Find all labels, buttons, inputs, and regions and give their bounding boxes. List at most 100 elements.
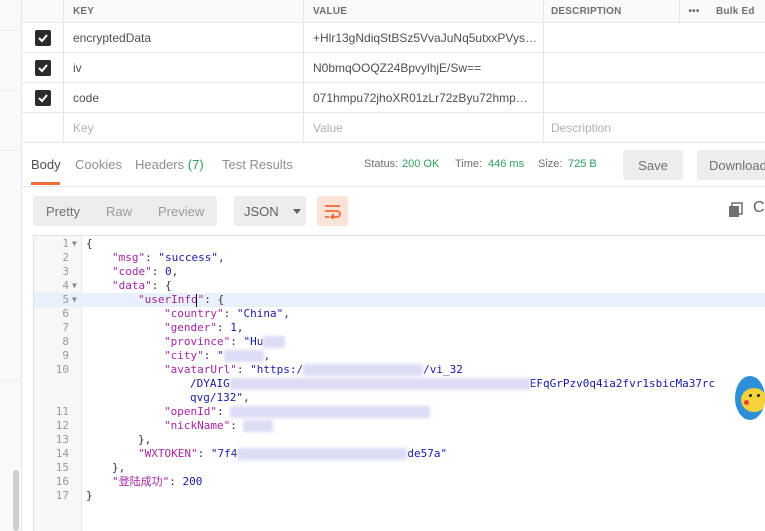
param-key[interactable]: code <box>64 83 304 112</box>
param-key[interactable]: iv <box>64 53 304 82</box>
code-token: "country" <box>164 307 224 320</box>
redacted-block <box>263 336 286 348</box>
code-text: "country": "China", <box>164 307 290 321</box>
code-line: /DYAIG EFqGrPzv0q4ia2fvr1sbicMa37rc <box>34 377 765 391</box>
code-token: , <box>171 265 179 278</box>
param-description[interactable] <box>544 53 765 82</box>
code-token: : <box>151 265 165 278</box>
redacted-block <box>243 420 274 432</box>
code-token: : { <box>151 279 172 292</box>
new-key-input[interactable]: Key <box>64 113 304 142</box>
code-line: 15}, <box>34 461 765 475</box>
code-token: 1 <box>230 321 237 334</box>
code-text: "data": { <box>112 279 172 293</box>
more-options-icon[interactable]: ••• <box>680 0 708 22</box>
search-icon[interactable]: C <box>753 199 765 217</box>
tab-body[interactable]: Body <box>31 157 61 172</box>
code-token: , <box>217 251 225 264</box>
code-text: "code": 0, <box>112 265 178 279</box>
code-token: "msg" <box>112 251 146 264</box>
new-value-input[interactable]: Value <box>304 113 544 142</box>
param-description[interactable] <box>544 83 765 112</box>
code-line: 10 "avatarUrl": "https:/ /vi_32 <box>34 363 765 377</box>
code-token: : { <box>204 293 225 306</box>
status-value: 200 OK <box>402 158 440 170</box>
line-number: 17 <box>55 489 69 502</box>
code-token: de57a" <box>407 447 448 460</box>
response-body-viewer[interactable]: 1 ▼{2 "msg": "success", 3 "code": 0, 4 ▼ "data"… <box>33 235 765 531</box>
header-value: VALUE <box>304 0 544 22</box>
mode-preview[interactable]: Preview <box>145 204 217 219</box>
table-row: encryptedData +Hlr13gNdiqStBSz5VvaJuNq5ut… <box>22 23 765 53</box>
fold-toggle-icon[interactable]: ▼ <box>72 237 77 251</box>
code-token: "nickName" <box>164 419 231 432</box>
code-text: }, <box>138 433 151 447</box>
code-token: , <box>242 391 250 404</box>
new-description-input[interactable]: Description <box>544 113 765 142</box>
code-text: }, <box>112 461 125 475</box>
row-checkbox[interactable] <box>34 29 51 46</box>
code-token: , <box>236 321 244 334</box>
code-line: 5 ▼ "userInfo": { <box>34 293 765 307</box>
code-token: "success" <box>158 251 218 264</box>
tab-test-results[interactable]: Test Results <box>222 157 293 172</box>
mode-pretty[interactable]: Pretty <box>33 204 93 219</box>
code-text: { <box>86 237 93 251</box>
param-description[interactable] <box>544 23 765 52</box>
code-token: "userInfo" <box>138 293 205 306</box>
redacted-block <box>237 448 408 460</box>
param-value[interactable]: +Hlr13gNdiqStBSz5VvaJuNq5utxxPVys… <box>304 23 544 52</box>
code-text: "openId": <box>164 405 431 419</box>
code-token: , <box>263 349 271 362</box>
fold-toggle-icon[interactable]: ▼ <box>72 279 77 293</box>
row-checkbox[interactable] <box>34 89 51 106</box>
tab-cookies[interactable]: Cookies <box>75 157 122 172</box>
copy-icon[interactable] <box>728 202 744 218</box>
wrap-lines-icon <box>324 205 341 219</box>
redacted-block <box>223 350 264 362</box>
left-sidebar-edge <box>0 0 22 531</box>
save-button[interactable]: Save <box>623 150 683 180</box>
headers-count-badge: (7) <box>187 157 204 172</box>
code-token: { <box>86 237 93 250</box>
code-line: 2 "msg": "success", <box>34 251 765 265</box>
code-token: "登陆成功" <box>112 475 170 488</box>
params-table: KEY VALUE DESCRIPTION ••• Bulk Ed encryp… <box>22 0 765 143</box>
row-checkbox[interactable] <box>34 59 51 76</box>
sidebar-scrollbar[interactable] <box>13 470 19 531</box>
param-value[interactable]: 071hmpu72jhoXR01zLr72zByu72hmp… <box>304 83 544 112</box>
fold-toggle-icon[interactable]: ▼ <box>72 293 77 307</box>
code-token: : <box>230 335 244 348</box>
code-token: , <box>283 307 290 320</box>
code-text: "WXTOKEN": "7f4 de57a" <box>138 447 447 461</box>
code-token: "https:/ <box>250 363 304 376</box>
size-label: Size: <box>538 158 563 170</box>
code-line: 12 "nickName": <box>34 419 765 433</box>
line-number: 4 <box>62 279 69 292</box>
param-key[interactable]: encryptedData <box>64 23 304 52</box>
tab-headers[interactable]: Headers (7) <box>135 157 204 172</box>
mode-raw[interactable]: Raw <box>93 204 145 219</box>
chevron-down-icon <box>292 208 301 214</box>
redacted-block <box>303 364 424 376</box>
code-token: "7f4 <box>210 447 238 460</box>
line-number: 13 <box>55 433 69 446</box>
checkmark-icon <box>37 33 48 42</box>
param-value[interactable]: N0bmqOOQZ24BpvylhjE/Sw== <box>304 53 544 82</box>
code-token: }, <box>112 461 126 474</box>
code-text: /DYAIG EFqGrPzv0q4ia2fvr1sbicMa37rc <box>190 377 715 391</box>
bulk-edit-link[interactable]: Bulk Ed <box>708 0 765 22</box>
table-row: iv N0bmqOOQZ24BpvylhjE/Sw== <box>22 53 765 83</box>
code-token: } <box>86 489 93 502</box>
code-line: 6 "country": "China", <box>34 307 765 321</box>
code-line: 8 "province": "Hu <box>34 335 765 349</box>
language-select[interactable]: JSON <box>234 196 306 226</box>
download-button[interactable]: Download <box>697 150 765 180</box>
code-line: 14 "WXTOKEN": "7f4 de57a" <box>34 447 765 461</box>
code-token: "province" <box>164 335 231 348</box>
avatar[interactable] <box>733 374 765 422</box>
code-token: "China" <box>236 307 284 320</box>
wrap-lines-button[interactable] <box>317 196 348 226</box>
line-number: 14 <box>55 447 69 460</box>
line-number: 15 <box>55 461 69 474</box>
